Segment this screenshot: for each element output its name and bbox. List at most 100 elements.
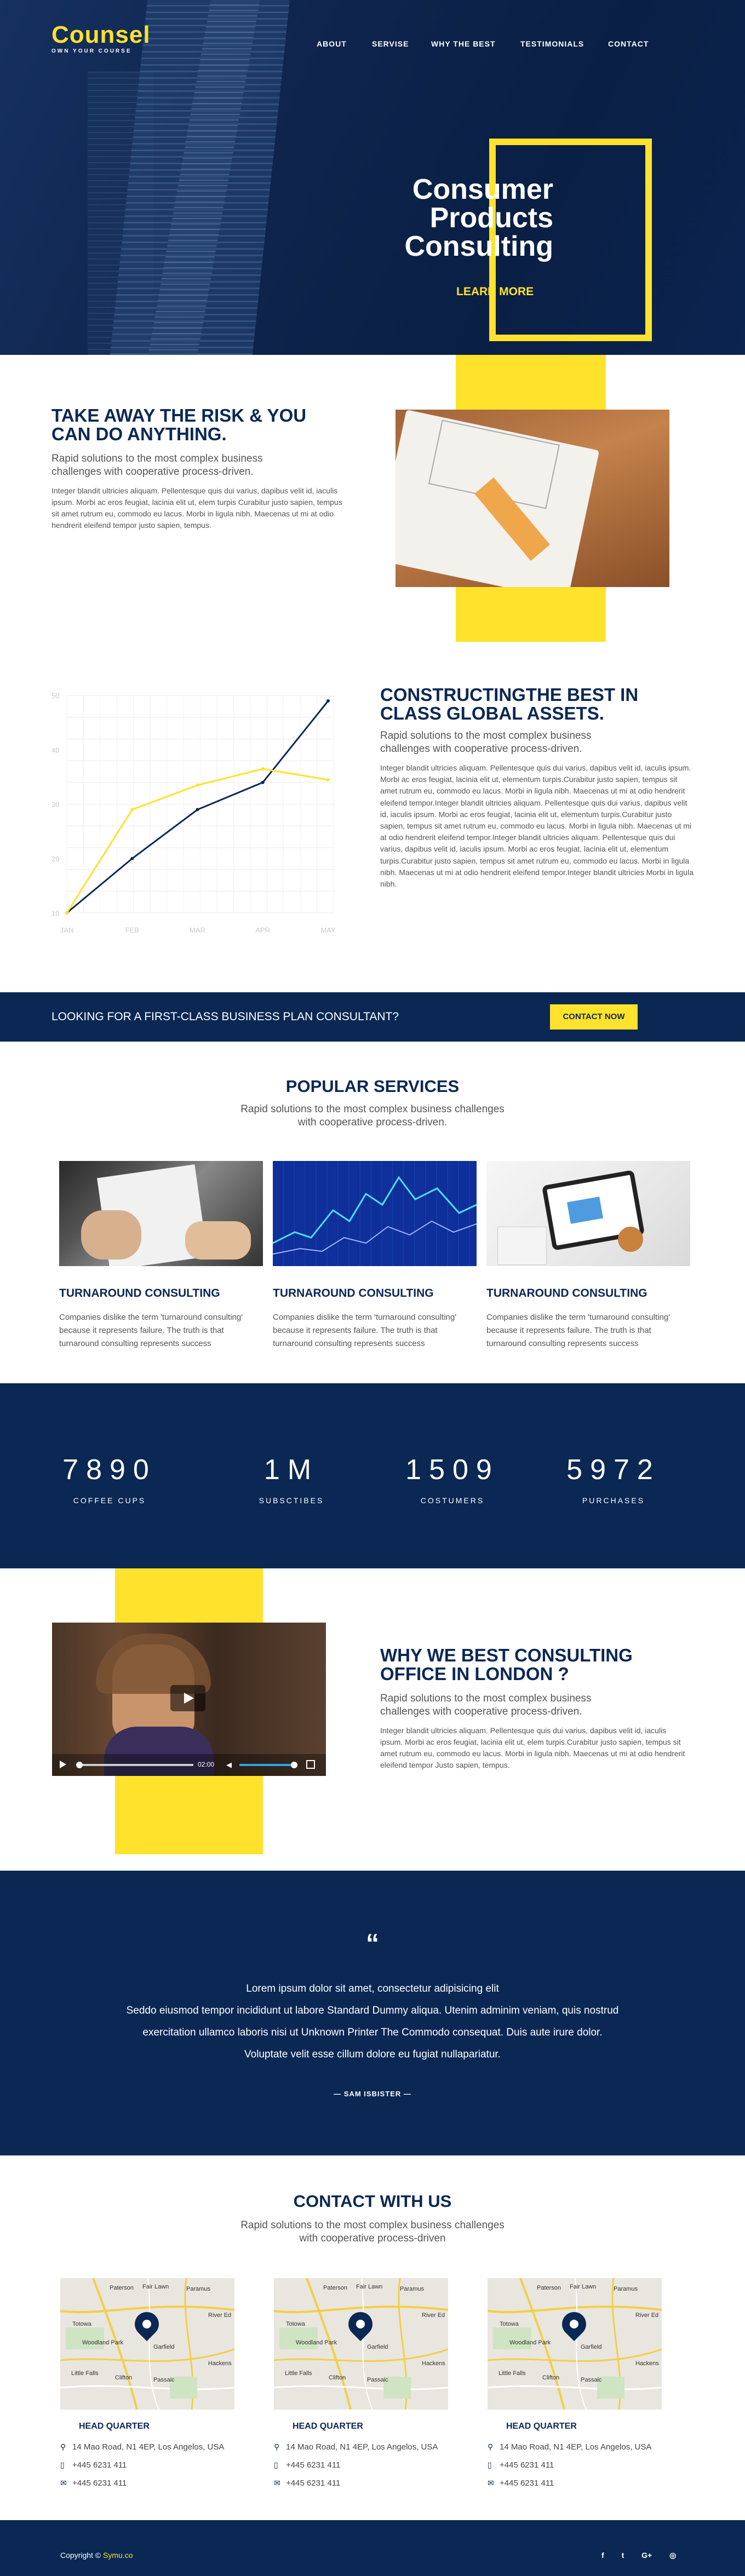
testimonial-author: — SAM ISBISTER — <box>334 2090 411 2098</box>
service-description: Companies dislike the term 'turnaround c… <box>273 1311 477 1350</box>
service-image-business-plan <box>59 1161 263 1266</box>
location-map[interactable]: Paterson Fair Lawn Paramus Totowa Woodland P… <box>274 2278 448 2410</box>
location-map[interactable]: Paterson Fair Lawn Paramus Totowa Woodland P… <box>488 2278 662 2410</box>
play-small-icon[interactable] <box>60 1761 66 1768</box>
series-point-0 <box>130 856 134 860</box>
stat-number: 1509 <box>405 1454 500 1486</box>
service-card[interactable]: TURNAROUND CONSULTING Companies dislike … <box>273 1161 477 1350</box>
service-description-line: because it represents failure. The truth… <box>273 1326 438 1335</box>
services-title: POPULAR SERVICES <box>285 1077 460 1096</box>
map-label: Garfield <box>153 2344 175 2350</box>
map-label: River Ed <box>422 2312 445 2319</box>
service-card[interactable]: TURNAROUND CONSULTING Companies dislike … <box>59 1161 263 1350</box>
service-description: Companies dislike the term 'turnaround c… <box>486 1311 690 1350</box>
contact-now-button[interactable]: CONTACT NOW <box>550 1004 638 1030</box>
service-description-line: turnaround consulting represents success <box>273 1339 425 1348</box>
contact-phone[interactable]: +445 6231 411 <box>286 2460 340 2470</box>
stat-customers: 1509 COSTUMERS <box>381 1453 524 1505</box>
volume-handle[interactable] <box>291 1762 297 1768</box>
contact-email[interactable]: +445 6231 411 <box>72 2479 127 2488</box>
testimonial-line: exercitation ullamco laboris nisi ut Unk… <box>142 2027 603 2038</box>
map-label: Passaic <box>367 2377 388 2383</box>
phone-icon: ▯ <box>488 2460 492 2469</box>
footer: Copyright © Symu.co f t G+ ◎ <box>0 2520 745 2576</box>
x-tick-label: APR <box>255 926 270 934</box>
nav-testimonials[interactable]: TESTIMONIALS <box>520 39 584 48</box>
volume-slider[interactable] <box>239 1762 297 1768</box>
service-description: Companies dislike the term 'turnaround c… <box>59 1311 263 1350</box>
nav-servise[interactable]: SERVISE <box>372 39 409 48</box>
contact-address: 14 Mao Road, N1 4EP, Los Angelos, USA <box>286 2442 438 2452</box>
map-label: Clifton <box>542 2374 560 2381</box>
contact-email[interactable]: +445 6231 411 <box>286 2479 340 2488</box>
why-subtitle-line: Rapid solutions to the most complex busi… <box>380 1693 592 1704</box>
y-tick-label: 20 <box>51 855 59 863</box>
email-icon: ✉ <box>60 2479 67 2487</box>
map-label: Passaic <box>581 2377 602 2383</box>
map-label: Totowa <box>72 2321 91 2327</box>
contact-subtitle-line: with cooperative process-driven <box>299 2233 446 2244</box>
stat-number: 5972 <box>566 1454 661 1486</box>
contact-heading: HEAD QUARTER <box>293 2422 363 2431</box>
map-label: Garfield <box>367 2344 388 2350</box>
location-map[interactable]: Paterson Fair Lawn Paramus Totowa Woodland P… <box>60 2278 234 2410</box>
service-card[interactable]: TURNAROUND CONSULTING Companies dislike … <box>486 1161 690 1350</box>
constructing-subtitle-line: Rapid solutions to the most complex busi… <box>380 730 592 741</box>
stat-number: 1M <box>263 1454 319 1486</box>
hero-title: Consumer Products Consulting <box>383 175 553 261</box>
map-label: Hackens <box>422 2360 445 2367</box>
map-label: Clifton <box>115 2374 133 2381</box>
contact-subtitle: Rapid solutions to the most complex busi… <box>0 2219 745 2245</box>
video-time: 02:00 <box>198 1761 215 1768</box>
service-description-line: turnaround consulting represents success <box>59 1339 211 1348</box>
testimonial-line: Voluptate velit esse cillum dolore eu fu… <box>244 2049 501 2060</box>
service-description-line: turnaround consulting represents success <box>486 1339 639 1348</box>
map-label: Totowa <box>500 2321 519 2327</box>
service-title: TURNAROUND CONSULTING <box>486 1287 647 1300</box>
nav-contact[interactable]: CONTACT <box>608 39 649 48</box>
series-point-1 <box>261 767 265 771</box>
service-description-line: Companies dislike the term 'turnaround c… <box>59 1313 243 1322</box>
google-plus-icon[interactable]: G+ <box>641 2551 652 2560</box>
why-title: WHY WE BEST CONSULTING OFFICE IN LONDON … <box>380 1646 687 1683</box>
map-label: Fair Lawn <box>356 2284 383 2290</box>
testimonial-line: Seddo eiusmod tempor incididunt ut labor… <box>126 2005 619 2016</box>
contact-title: CONTACT WITH US <box>293 2192 452 2211</box>
video-player[interactable]: 02:00 ◀ <box>52 1623 326 1776</box>
logo-tagline: OWN YOUR COURSE <box>51 48 132 54</box>
constructing-title-line: CLASS GLOBAL ASSETS. <box>380 703 604 723</box>
twitter-icon[interactable]: t <box>622 2551 624 2560</box>
risk-title-line: TAKE AWAY THE RISK & YOU <box>51 405 307 426</box>
logo[interactable]: Counsel OWN YOUR COURSE <box>51 21 151 55</box>
services-subtitle-line: Rapid solutions to the most complex busi… <box>240 1103 505 1115</box>
nav-about[interactable]: ABOUT <box>317 39 347 48</box>
instagram-icon[interactable]: ◎ <box>669 2551 676 2560</box>
play-icon <box>184 1693 194 1704</box>
series-point-1 <box>130 808 134 812</box>
contact-phone[interactable]: +445 6231 411 <box>72 2460 127 2470</box>
fullscreen-icon[interactable] <box>306 1760 315 1769</box>
copyright-site-link[interactable]: Symu.co <box>103 2551 133 2560</box>
risk-body: Integer blandit ultricies aliquam. Pelle… <box>51 486 342 530</box>
why-title-line: WHY WE BEST CONSULTING <box>380 1645 633 1665</box>
constructing-subtitle-line: challenges with cooperative process-driv… <box>380 743 582 755</box>
nav-why-the-best[interactable]: WHY THE BEST <box>431 39 496 48</box>
risk-subtitle: Rapid solutions to the most complex busi… <box>51 452 358 479</box>
stats-section: 7890 COFFEE CUPS 1M SUBSCTIBES 1509 COST… <box>0 1383 745 1568</box>
map-label: Clifton <box>329 2374 346 2381</box>
volume-icon[interactable]: ◀ <box>226 1761 232 1769</box>
video-progress-track[interactable] <box>76 1762 193 1768</box>
risk-subtitle-line: Rapid solutions to the most complex busi… <box>51 453 263 464</box>
facebook-icon[interactable]: f <box>601 2551 604 2560</box>
stat-number: 7890 <box>62 1454 157 1486</box>
why-body: Integer blandit ultricies aliquam. Pelle… <box>380 1726 685 1769</box>
stat-subscribers: 1M SUBSCTIBES <box>220 1453 363 1505</box>
contact-email[interactable]: +445 6231 411 <box>500 2479 554 2488</box>
contact-phone[interactable]: +445 6231 411 <box>500 2460 554 2470</box>
copyright: Copyright © Symu.co <box>60 2551 133 2560</box>
video-progress-handle[interactable] <box>76 1762 83 1768</box>
play-button[interactable] <box>170 1685 205 1711</box>
logo-text: Counsel <box>51 21 151 48</box>
learn-more-link[interactable]: LEARN MORE <box>456 285 534 298</box>
why-subtitle-line: challenges with cooperative process-driv… <box>380 1706 582 1717</box>
